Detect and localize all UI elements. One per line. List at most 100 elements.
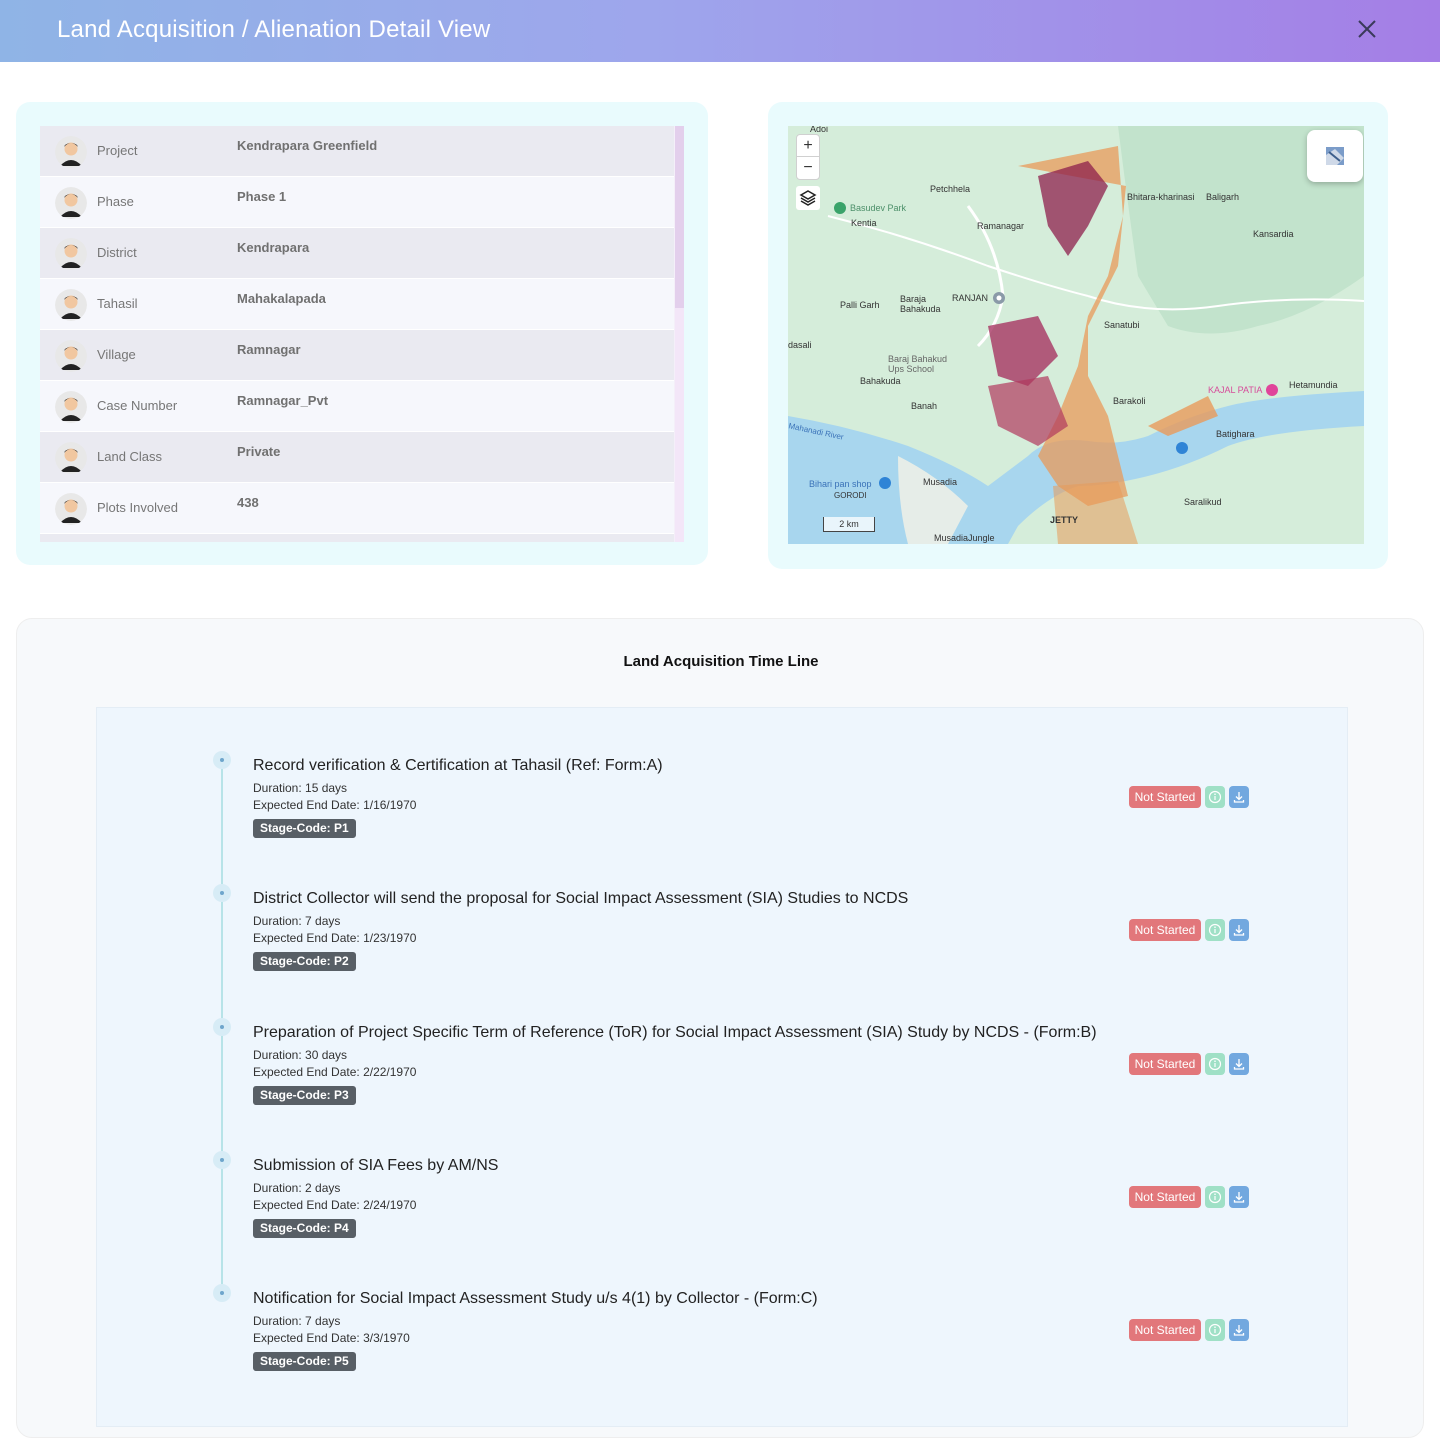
timeline-dot (213, 751, 231, 769)
stage-end-date: Expected End Date: 2/22/1970 (253, 1065, 417, 1079)
map-place-label: KAJAL PATIA (1208, 385, 1263, 395)
detail-row-district: District Kendrapara (40, 228, 674, 279)
detail-row-partial (40, 534, 674, 542)
status-badge[interactable]: Not Started (1129, 919, 1201, 941)
timeline-dot (213, 884, 231, 902)
modal-header: Land Acquisition / Alienation Detail Vie… (0, 0, 1440, 62)
detail-value: Mahakalapada (237, 291, 326, 306)
avatar-icon (55, 136, 87, 168)
stage-info-button[interactable] (1205, 1186, 1225, 1208)
status-badge[interactable]: Not Started (1129, 786, 1201, 808)
detail-value: Ramnagar_Pvt (237, 393, 329, 408)
detail-value: 438 (237, 495, 259, 510)
avatar-icon (55, 238, 87, 270)
stage-download-button[interactable] (1229, 919, 1249, 941)
stage-title: Notification for Social Impact Assessmen… (253, 1290, 818, 1307)
download-icon (1233, 925, 1245, 936)
info-icon (1208, 923, 1222, 937)
map-place-label: Kentia (851, 218, 877, 228)
stage-end-date: Expected End Date: 2/24/1970 (253, 1198, 417, 1212)
stage-info-button[interactable] (1205, 919, 1225, 941)
close-button[interactable] (1352, 14, 1382, 44)
stage-download-button[interactable] (1229, 1319, 1249, 1341)
avatar-icon (55, 493, 87, 525)
stage-download-button[interactable] (1229, 786, 1249, 808)
modal-title: Land Acquisition / Alienation Detail Vie… (57, 16, 491, 43)
detail-row-land-class: Land Class Private (40, 432, 674, 483)
map-place-label: Hetamundia (1289, 380, 1338, 390)
map-place-label: Basudev Park (850, 203, 907, 213)
map-place-label: Sanatubi (1104, 320, 1140, 330)
stage-info-button[interactable] (1205, 1053, 1225, 1075)
status-badge[interactable]: Not Started (1129, 1186, 1201, 1208)
timeline-stage: District Collector will send the proposa… (97, 884, 1347, 1004)
info-icon (1208, 1190, 1222, 1204)
layers-button[interactable] (796, 186, 820, 210)
download-icon (1233, 1059, 1245, 1070)
stage-code-badge: Stage-Code: P3 (253, 1086, 356, 1105)
map-place-label: Baraj Bahakud Ups School (888, 354, 948, 374)
map-place-label: Banah (911, 401, 938, 411)
map-place-label: Baraja Bahakuda (900, 294, 941, 314)
timeline-stage: Notification for Social Impact Assessmen… (97, 1284, 1347, 1404)
details-list: Project Kendrapara Greenfield Phase Phas… (40, 126, 684, 542)
map-place-label: Barakoli (1113, 396, 1146, 406)
status-badge[interactable]: Not Started (1129, 1319, 1201, 1341)
detail-label: Project (97, 143, 138, 158)
map-zoom-control: + − (796, 134, 820, 180)
timeline-stage: Submission of SIA Fees by AM/NS Duration… (97, 1151, 1347, 1271)
map-place-label: Kansardia (1253, 229, 1294, 239)
detail-value: Kendrapara (237, 240, 310, 255)
timeline-dot (213, 1284, 231, 1302)
map-place-label: JETTY (1050, 515, 1079, 525)
status-badge[interactable]: Not Started (1129, 1053, 1201, 1075)
timeline-dot (213, 1018, 231, 1036)
basemap-thumbnail-icon (1326, 147, 1344, 165)
stage-download-button[interactable] (1229, 1186, 1249, 1208)
stage-end-date: Expected End Date: 3/3/1970 (253, 1331, 410, 1345)
info-icon (1208, 790, 1222, 804)
timeline-title: Land Acquisition Time Line (623, 653, 819, 670)
stage-title: Preparation of Project Specific Term of … (253, 1024, 1097, 1041)
stage-title: District Collector will send the proposa… (253, 890, 909, 907)
map-place-label: Saralikud (1184, 497, 1222, 507)
info-icon (1208, 1323, 1222, 1337)
detail-label: Case Number (97, 398, 178, 413)
timeline-panel: Record verification & Certification at T… (96, 707, 1348, 1427)
map-place-label: Batighara (1216, 429, 1255, 439)
stage-code-badge: Stage-Code: P2 (253, 952, 356, 971)
zoom-out-button[interactable]: − (797, 157, 819, 179)
details-scrollbar-thumb[interactable] (675, 126, 684, 308)
map-card: Adoi Petchhela Basudev Park Kentia Raman… (768, 102, 1388, 569)
stage-code-badge: Stage-Code: P1 (253, 819, 356, 838)
detail-row-phase: Phase Phase 1 (40, 177, 674, 228)
download-icon (1233, 792, 1245, 803)
stage-duration: Duration: 15 days (253, 781, 348, 795)
download-icon (1233, 1192, 1245, 1203)
zoom-in-button[interactable]: + (797, 135, 819, 157)
basemap-switch-button[interactable] (1307, 130, 1363, 182)
stage-duration: Duration: 7 days (253, 914, 341, 928)
detail-value: Private (237, 444, 281, 459)
stage-end-date: Expected End Date: 1/23/1970 (253, 931, 417, 945)
stage-info-button[interactable] (1205, 786, 1225, 808)
map-place-label: RANJAN (952, 293, 989, 303)
avatar-icon (55, 442, 87, 474)
map-place-label: Musadia (923, 477, 958, 487)
stage-download-button[interactable] (1229, 1053, 1249, 1075)
stage-info-button[interactable] (1205, 1319, 1225, 1341)
details-card: Project Kendrapara Greenfield Phase Phas… (16, 102, 708, 565)
stage-code-badge: Stage-Code: P4 (253, 1219, 356, 1238)
avatar-icon (55, 187, 87, 219)
layers-icon (799, 190, 817, 206)
stage-title: Record verification & Certification at T… (253, 757, 663, 774)
map-view[interactable]: Adoi Petchhela Basudev Park Kentia Raman… (788, 126, 1364, 544)
detail-label: Tahasil (97, 296, 138, 311)
map-place-label: Petchhela (930, 184, 971, 194)
detail-row-tahasil: Tahasil Mahakalapada (40, 279, 674, 330)
detail-row-project: Project Kendrapara Greenfield (40, 126, 674, 177)
map-place-label: Ramanagar (977, 221, 1025, 231)
detail-row-case-number: Case Number Ramnagar_Pvt (40, 381, 674, 432)
detail-value: Phase 1 (237, 189, 287, 204)
detail-label: Land Class (97, 449, 163, 464)
